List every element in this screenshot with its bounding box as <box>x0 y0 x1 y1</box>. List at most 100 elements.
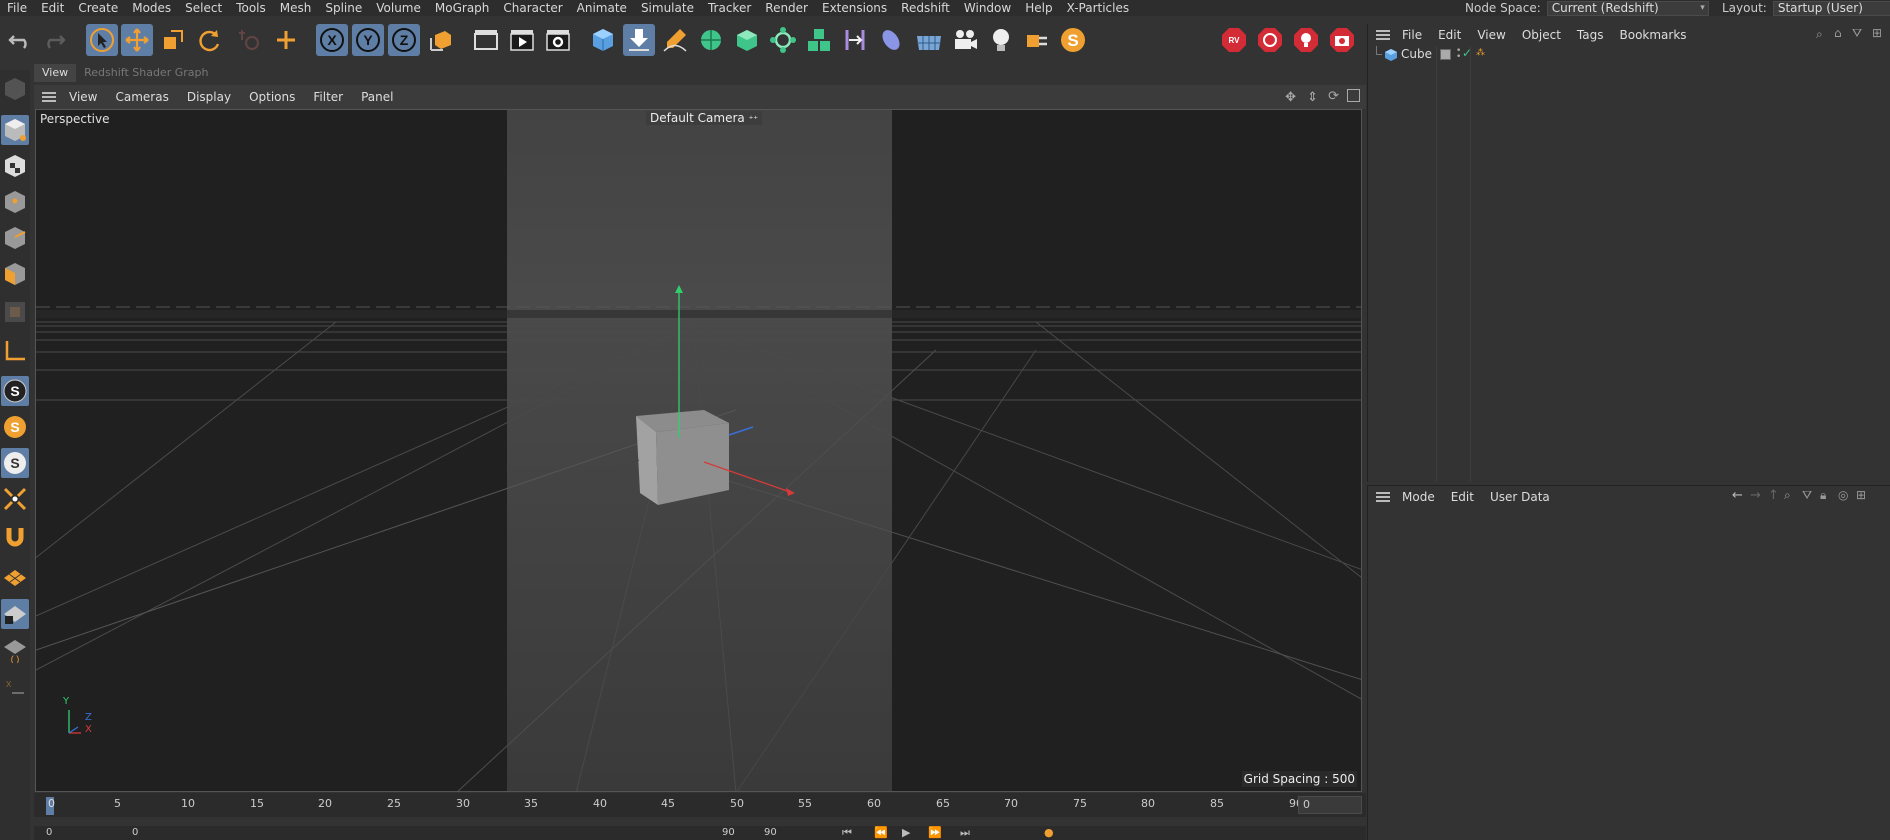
forward-arrow-icon[interactable]: → <box>1750 488 1761 503</box>
pan-view-icon[interactable]: ✥ <box>1285 90 1296 105</box>
lock-icon[interactable]: 🔒︎ <box>1820 488 1826 503</box>
redshift-camera-button[interactable] <box>1326 24 1358 56</box>
polygon-mode-button[interactable] <box>1 259 29 289</box>
menu-file[interactable]: File <box>0 0 34 16</box>
light-button[interactable] <box>985 24 1017 56</box>
go-to-start-icon[interactable]: ⏮ <box>842 826 852 840</box>
snap-settings-button-3[interactable]: S <box>1 448 29 478</box>
am-menu-edit[interactable]: Edit <box>1443 490 1482 504</box>
target-icon[interactable]: ◎ <box>1838 488 1848 502</box>
menu-tracker[interactable]: Tracker <box>701 0 758 16</box>
home-icon[interactable]: ⌂ <box>1834 26 1842 40</box>
pen-tool-button[interactable] <box>659 24 691 56</box>
menu-animate[interactable]: Animate <box>570 0 634 16</box>
menu-extensions[interactable]: Extensions <box>815 0 894 16</box>
camera-label[interactable]: Default Camera ⁺⁺ <box>646 111 763 125</box>
camera-button[interactable] <box>949 24 981 56</box>
place-tool-button[interactable] <box>623 24 655 56</box>
rotate-tool-button[interactable] <box>193 24 225 56</box>
coordinate-tool-button[interactable] <box>233 24 265 56</box>
floor-button[interactable] <box>913 24 945 56</box>
menu-tools[interactable]: Tools <box>229 0 273 16</box>
menu-mograph[interactable]: MoGraph <box>428 0 497 16</box>
x-axis-lock-button[interactable]: X <box>316 24 348 56</box>
viewport-menu-options[interactable]: Options <box>240 90 304 104</box>
search-icon[interactable]: ⌕ <box>1784 488 1791 503</box>
layout-dropdown[interactable]: Startup (User)▾ <box>1772 0 1890 16</box>
menu-x-particles[interactable]: X-Particles <box>1060 0 1137 16</box>
redshift-light-button[interactable] <box>1290 24 1322 56</box>
make-editable-button[interactable] <box>1 74 29 104</box>
point-mode-button[interactable] <box>1 187 29 217</box>
new-panel-icon[interactable]: ⊞ <box>1872 26 1882 40</box>
range-start-field[interactable]: 0 <box>132 827 138 838</box>
menu-edit[interactable]: Edit <box>34 0 71 16</box>
texture-mode-button[interactable] <box>1 151 29 181</box>
am-menu-mode[interactable]: Mode <box>1394 490 1443 504</box>
om-menu-edit[interactable]: Edit <box>1430 28 1469 42</box>
mograph-button[interactable] <box>803 24 835 56</box>
new-panel-icon[interactable]: ⊞ <box>1856 488 1866 502</box>
plugin-button[interactable] <box>1021 24 1053 56</box>
menu-volume[interactable]: Volume <box>369 0 428 16</box>
workplane-button[interactable] <box>1 336 29 366</box>
z-axis-lock-button[interactable]: Z <box>388 24 420 56</box>
snap-settings-button-1[interactable]: S <box>1 376 29 406</box>
viewport-menu-view[interactable]: View <box>60 90 106 104</box>
zoom-view-icon[interactable]: ⇕ <box>1307 90 1318 105</box>
y-axis-lock-button[interactable]: Y <box>352 24 384 56</box>
am-menu-user-data[interactable]: User Data <box>1482 490 1558 504</box>
redshift-render-view-button[interactable]: RV <box>1218 24 1250 56</box>
coordinate-system-button[interactable] <box>425 24 457 56</box>
viewport-menu-cameras[interactable]: Cameras <box>106 90 177 104</box>
viewport-perspective[interactable]: Perspective Default Camera ⁺⁺ Y Z X Grid… <box>35 109 1362 792</box>
go-to-end-icon[interactable]: ⏭ <box>960 826 970 840</box>
previous-key-icon[interactable]: ⏪ <box>874 826 888 839</box>
back-arrow-icon[interactable]: ← <box>1732 488 1743 503</box>
tab-view[interactable]: View <box>34 64 77 82</box>
select-tool-button[interactable] <box>86 24 118 56</box>
render-settings-button[interactable] <box>542 24 574 56</box>
enabled-check-icon[interactable]: ✓ <box>1462 46 1472 60</box>
menu-redshift[interactable]: Redshift <box>894 0 957 16</box>
om-menu-view[interactable]: View <box>1469 28 1513 42</box>
model-mode-button[interactable] <box>1 115 29 145</box>
redshift-object-button[interactable] <box>1254 24 1286 56</box>
subdivision-button[interactable] <box>695 24 727 56</box>
tab-redshift-shader-graph[interactable]: Redshift Shader Graph <box>76 64 216 82</box>
record-icon[interactable]: ● <box>1044 826 1054 839</box>
menu-character[interactable]: Character <box>496 0 569 16</box>
object-name[interactable]: Cube <box>1401 47 1432 61</box>
extrude-button[interactable] <box>731 24 763 56</box>
visibility-dots-icon[interactable]: • • <box>1456 47 1461 62</box>
layer-icon[interactable] <box>1440 49 1451 60</box>
recent-tools-button[interactable] <box>270 24 302 56</box>
om-menu-object[interactable]: Object <box>1514 28 1569 42</box>
render-view-button[interactable] <box>470 24 502 56</box>
viewport-menu-filter[interactable]: Filter <box>304 90 352 104</box>
menu-render[interactable]: Render <box>758 0 815 16</box>
magnet-button[interactable] <box>1 523 29 553</box>
render-picture-viewer-button[interactable] <box>506 24 538 56</box>
locked-workplane-button[interactable] <box>1 599 29 629</box>
filter-icon[interactable]: ⛛ <box>1852 26 1862 41</box>
up-arrow-icon[interactable]: ↑ <box>1768 488 1779 503</box>
undo-button[interactable] <box>4 24 36 56</box>
field-button[interactable] <box>875 24 907 56</box>
grid-scale-button[interactable]: ( ) <box>1 635 29 665</box>
menu-window[interactable]: Window <box>957 0 1018 16</box>
filter-icon[interactable]: ⛛ <box>1802 488 1812 503</box>
list-item[interactable]: Cube • • ✓ ⁂ <box>1368 46 1890 64</box>
menu-create[interactable]: Create <box>71 0 125 16</box>
play-icon[interactable]: ▶ <box>902 826 910 839</box>
cube-object-button[interactable] <box>587 24 619 56</box>
current-frame-field[interactable]: 0 <box>1298 796 1362 814</box>
viewport-menu-display[interactable]: Display <box>178 90 240 104</box>
search-icon[interactable]: ⌕ <box>1816 27 1823 42</box>
om-menu-bookmarks[interactable]: Bookmarks <box>1612 28 1695 42</box>
menu-help[interactable]: Help <box>1018 0 1059 16</box>
edge-mode-button[interactable] <box>1 223 29 253</box>
start-frame-field[interactable]: 0 <box>46 827 52 838</box>
snap-settings-button-2[interactable]: S <box>1 412 29 442</box>
snap-axis-button[interactable] <box>1 484 29 514</box>
